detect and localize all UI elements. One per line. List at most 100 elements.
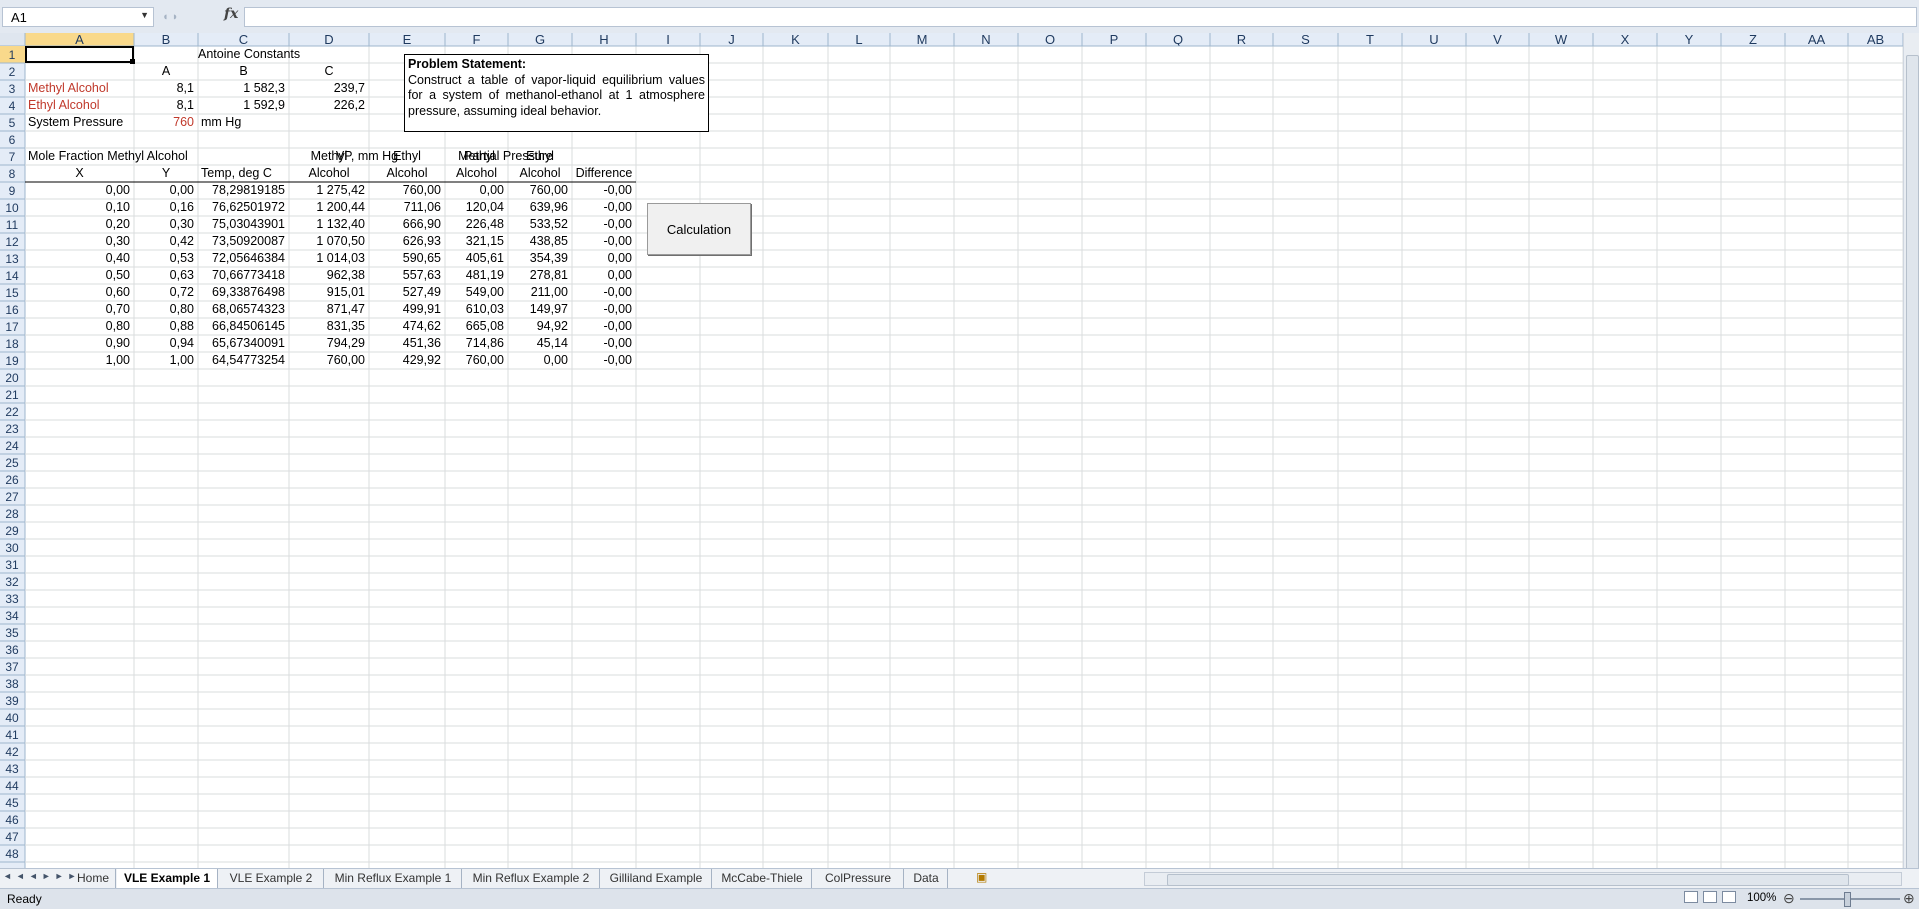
row-header-12[interactable]: 12	[5, 235, 19, 249]
select-all-corner[interactable]	[0, 33, 25, 46]
table-cell[interactable]: 610,03	[445, 301, 504, 318]
table-cell[interactable]: 962,38	[289, 267, 365, 284]
sheet-tab-mccabe-thiele[interactable]: McCabe-Thiele	[713, 869, 812, 888]
table-cell[interactable]: 0,20	[25, 216, 130, 233]
table-cell[interactable]: 760,00	[289, 352, 365, 369]
table-cell[interactable]: 590,65	[369, 250, 441, 267]
sheet-tab-vle-example-2[interactable]: VLE Example 2	[219, 869, 324, 888]
formula-input[interactable]	[244, 7, 1917, 27]
worksheet-grid[interactable]: A B C D E F G H I J K L M N O P Q R S T U V W X Y Z AA AB 1 2 3 4 5 6 7 8 9 1…	[0, 33, 1919, 868]
cell-d8[interactable]: Methyl	[289, 148, 369, 165]
mole-fraction-header[interactable]: Mole Fraction Methyl Alcohol	[28, 148, 188, 165]
zoom-in-icon[interactable]: ⊕	[1903, 890, 1915, 907]
cell-a8[interactable]: X	[25, 165, 134, 182]
row-header-20[interactable]: 20	[5, 371, 19, 385]
cell-b3[interactable]: 8,1	[134, 80, 194, 97]
table-cell[interactable]: 665,08	[445, 318, 504, 335]
row-header-3[interactable]: 3	[9, 82, 16, 96]
column-header-h[interactable]: H	[599, 33, 608, 47]
column-header-p[interactable]: P	[1110, 33, 1119, 47]
table-cell[interactable]: 760,00	[508, 182, 568, 199]
horizontal-scroll-thumb[interactable]	[1167, 874, 1849, 886]
table-cell[interactable]: 68,06574323	[198, 301, 285, 318]
row-header-4[interactable]: 4	[9, 99, 16, 113]
table-cell[interactable]: 639,96	[508, 199, 568, 216]
table-cell[interactable]: 1,00	[25, 352, 130, 369]
table-cell[interactable]: 1 132,40	[289, 216, 365, 233]
row-header-48[interactable]: 48	[5, 847, 19, 861]
table-cell[interactable]: 405,61	[445, 250, 504, 267]
column-header-w[interactable]: W	[1555, 33, 1568, 47]
table-cell[interactable]: 0,30	[134, 216, 194, 233]
insert-sheet-icon[interactable]: ▣	[976, 870, 987, 884]
column-header-a[interactable]: A	[75, 33, 84, 47]
cell-e8[interactable]: Ethyl	[369, 148, 445, 165]
cell-d4[interactable]: 226,2	[289, 97, 365, 114]
table-cell[interactable]: 45,14	[508, 335, 568, 352]
cell-f8[interactable]: Methyl	[445, 148, 508, 165]
table-cell[interactable]: 64,54773254	[198, 352, 285, 369]
insert-function-icon[interactable]: fx	[224, 6, 238, 22]
row-header-9[interactable]: 9	[9, 184, 16, 198]
table-cell[interactable]: 321,15	[445, 233, 504, 250]
table-cell[interactable]: 0,42	[134, 233, 194, 250]
table-cell[interactable]: 0,70	[25, 301, 130, 318]
sheet-tab-vle-example-1[interactable]: VLE Example 1	[117, 869, 218, 890]
row-header-13[interactable]: 13	[5, 252, 19, 266]
table-cell[interactable]: 0,88	[134, 318, 194, 335]
column-header-z[interactable]: Z	[1749, 33, 1757, 47]
row-header-34[interactable]: 34	[5, 609, 19, 623]
column-header-c[interactable]: C	[239, 33, 248, 47]
sheet-tab-data[interactable]: Data	[905, 869, 948, 888]
table-cell[interactable]: 278,81	[508, 267, 568, 284]
cell-b2[interactable]: A	[134, 63, 198, 80]
table-cell[interactable]: 0,90	[25, 335, 130, 352]
column-header-r[interactable]: R	[1237, 33, 1246, 47]
row-header-16[interactable]: 16	[5, 303, 19, 317]
table-cell[interactable]: 0,80	[134, 301, 194, 318]
table-cell[interactable]: 0,80	[25, 318, 130, 335]
table-cell[interactable]: 0,00	[25, 182, 130, 199]
column-header-j[interactable]: J	[728, 33, 735, 47]
table-cell[interactable]: 354,39	[508, 250, 568, 267]
column-header-f[interactable]: F	[473, 33, 481, 47]
table-cell[interactable]: -0,00	[572, 182, 633, 199]
table-cell[interactable]: 760,00	[445, 352, 504, 369]
row-header-33[interactable]: 33	[5, 592, 19, 606]
row-header-30[interactable]: 30	[5, 541, 19, 555]
row-header-8[interactable]: 8	[9, 167, 16, 181]
zoom-level[interactable]: 100%	[1747, 892, 1776, 904]
table-cell[interactable]: 211,00	[508, 284, 568, 301]
column-header-x[interactable]: X	[1621, 33, 1630, 47]
calculation-button[interactable]: Calculation	[647, 203, 751, 255]
table-cell[interactable]: 1 070,50	[289, 233, 365, 250]
chevron-down-icon[interactable]: ▼	[140, 10, 149, 20]
column-header-ab[interactable]: AB	[1867, 33, 1884, 47]
table-cell[interactable]: 666,90	[369, 216, 441, 233]
table-cell[interactable]: 1 014,03	[289, 250, 365, 267]
cell-c5[interactable]: mm Hg	[201, 114, 241, 131]
table-cell[interactable]: 714,86	[445, 335, 504, 352]
table-cell[interactable]: 0,50	[25, 267, 130, 284]
row-header-45[interactable]: 45	[5, 796, 19, 810]
cell-c8[interactable]: Temp, deg C	[201, 165, 272, 182]
row-header-24[interactable]: 24	[5, 439, 19, 453]
table-cell[interactable]: 0,00	[572, 267, 632, 284]
row-header-42[interactable]: 42	[5, 745, 19, 759]
system-pressure-label[interactable]: System Pressure	[28, 114, 123, 131]
cell-d3[interactable]: 239,7	[289, 80, 365, 97]
column-header-u[interactable]: U	[1429, 33, 1438, 47]
zoom-slider-handle[interactable]	[1844, 892, 1851, 907]
table-cell[interactable]: 75,03043901	[198, 216, 285, 233]
sheet-tab-colpressure[interactable]: ColPressure	[813, 869, 904, 888]
column-header-n[interactable]: N	[981, 33, 990, 47]
table-cell[interactable]: 0,40	[25, 250, 130, 267]
row-header-36[interactable]: 36	[5, 643, 19, 657]
table-cell[interactable]: 1 200,44	[289, 199, 365, 216]
page-layout-view-icon[interactable]	[1703, 891, 1717, 903]
table-cell[interactable]: 760,00	[369, 182, 441, 199]
system-pressure-value[interactable]: 760	[134, 114, 194, 131]
problem-statement-textbox[interactable]: Problem Statement: Construct a table of …	[404, 54, 709, 132]
table-cell[interactable]: 915,01	[289, 284, 365, 301]
methyl-alcohol-label[interactable]: Methyl Alcohol	[28, 80, 109, 97]
